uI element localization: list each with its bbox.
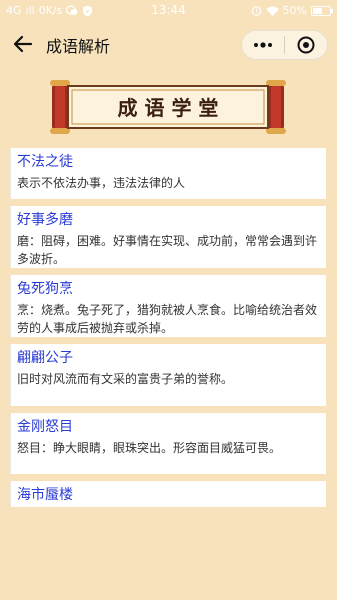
- idiom-meaning: 磨：阻碍，困难。好事情在实现、成功前，常常会遇到许多波折。: [17, 234, 318, 266]
- idiom-title[interactable]: 翩翩公子: [17, 348, 318, 368]
- idiom-meaning: 烹：烧煮。兔子死了，猎狗就被人烹食。比喻给统治者效劳的人事成后被抛弃或杀掉。: [17, 303, 318, 335]
- idiom-title[interactable]: 好事多磨: [17, 210, 318, 230]
- status-right: 50%: [251, 4, 333, 17]
- banner-scroll: 成 语 学 堂: [50, 80, 286, 134]
- list-item[interactable]: 兔死狗烹 烹：烧煮。兔子死了，猎狗就被人烹食。比喻给统治者效劳的人事成后被抛弃或…: [10, 275, 326, 337]
- wifi-icon: [265, 6, 279, 16]
- idiom-list: 不法之徒 表示不依法办事，违法法律的人 好事多磨 磨：阻碍，困难。好事情在实现、…: [10, 148, 326, 514]
- more-button[interactable]: [242, 31, 284, 59]
- more-dots-icon: [254, 42, 272, 48]
- idiom-meaning: 表示不依法办事，违法法律的人: [17, 176, 186, 190]
- list-item[interactable]: 金刚怒目 怒目：睁大眼睛，眼珠突出。形容面目威猛可畏。: [10, 413, 326, 474]
- list-item[interactable]: 翩翩公子 旧时对风流而有文采的富贵子弟的誉称。: [10, 344, 326, 406]
- idiom-meaning: 旧时对风流而有文采的富贵子弟的誉称。: [17, 372, 234, 386]
- scroll-roll-left-inner: [55, 84, 65, 130]
- miniprogram-capsule: [241, 30, 328, 60]
- alarm-icon: [251, 6, 261, 16]
- idiom-meaning: 怒目：睁大眼睛，眼珠突出。形容面目威猛可畏。: [17, 441, 282, 455]
- idiom-title[interactable]: 不法之徒: [17, 152, 318, 172]
- banner-title: 成 语 学 堂: [118, 96, 219, 120]
- battery-percent: 50%: [282, 4, 307, 17]
- page-title: 成语解析: [46, 37, 111, 56]
- idiom-title[interactable]: 海市蜃楼: [17, 485, 318, 505]
- battery-fill: [313, 7, 322, 14]
- idiom-title[interactable]: 兔死狗烹: [17, 279, 318, 299]
- list-item[interactable]: 好事多磨 磨：阻碍，困难。好事情在实现、成功前，常常会遇到许多波折。: [10, 206, 326, 268]
- scroll-roll-right-inner: [271, 84, 281, 130]
- status-bar: 4G ıll 0K/s 13:44 50%: [0, 0, 337, 22]
- back-arrow-icon[interactable]: [12, 33, 34, 55]
- nav-bar: 成语解析: [0, 22, 337, 68]
- battery-icon: [311, 5, 333, 16]
- list-item[interactable]: 海市蜃楼: [10, 481, 326, 507]
- close-miniprogram-button[interactable]: [285, 31, 327, 59]
- list-item[interactable]: 不法之徒 表示不依法办事，违法法律的人: [10, 148, 326, 199]
- idiom-title[interactable]: 金刚怒目: [17, 417, 318, 437]
- target-circle-icon: [297, 36, 315, 54]
